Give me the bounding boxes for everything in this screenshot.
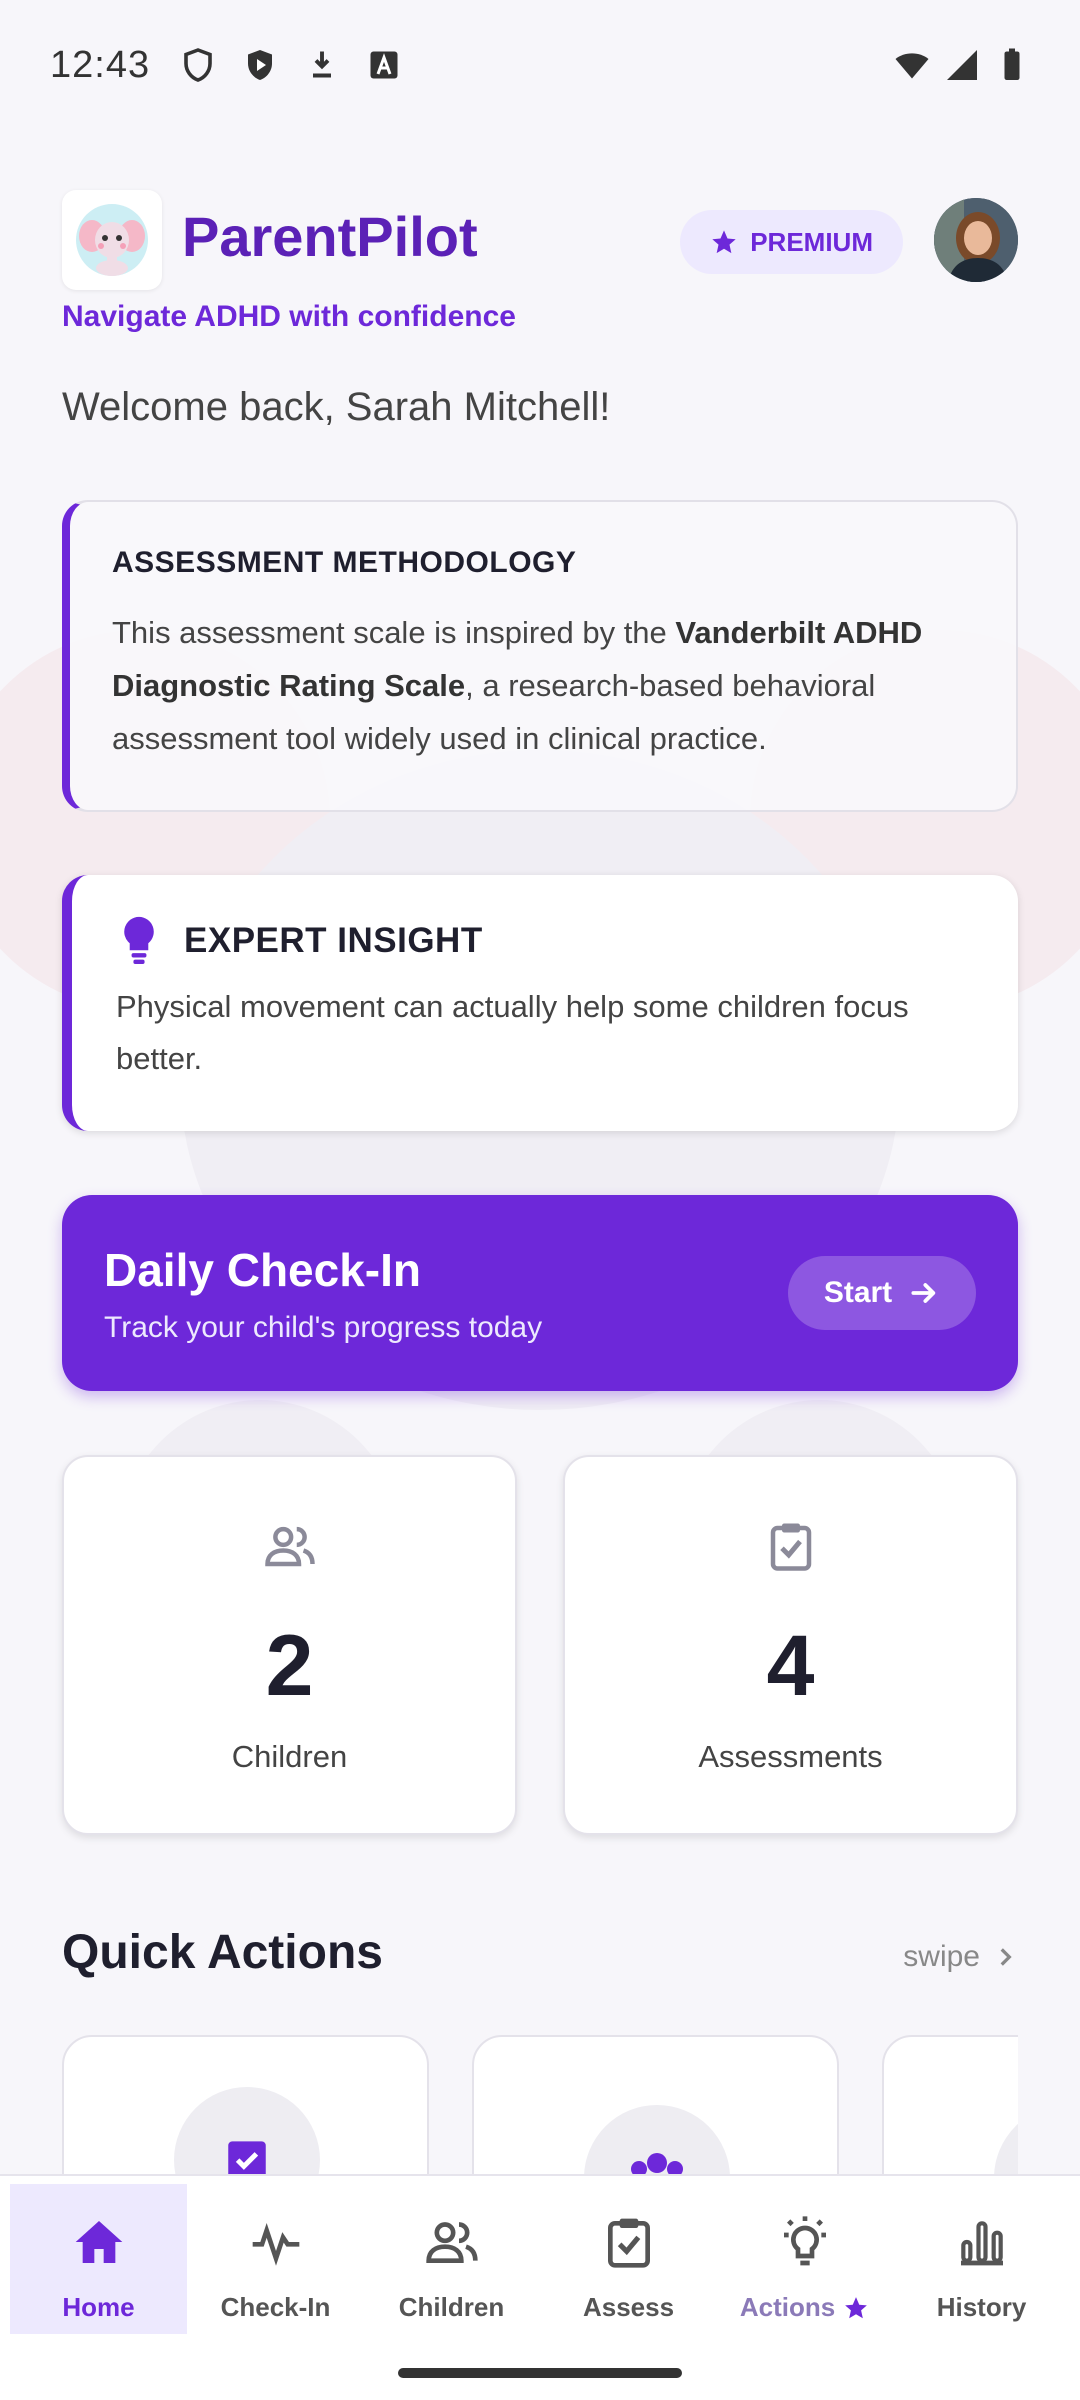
- people-icon: [425, 2222, 478, 2263]
- quick-actions-carousel[interactable]: [62, 2035, 1018, 2175]
- people-icon: [264, 1526, 315, 1567]
- nav-history[interactable]: History: [893, 2184, 1070, 2334]
- elephant-icon: [76, 204, 148, 276]
- start-checkin-button[interactable]: Start: [788, 1256, 976, 1330]
- download-icon: [313, 51, 332, 78]
- nav-label: Assess: [582, 2292, 675, 2322]
- people-icon: [631, 2153, 683, 2175]
- nav-assess[interactable]: Assess: [540, 2184, 717, 2334]
- bottom-navigation: Home Check-In Children Assess Actions Hi…: [0, 2174, 1080, 2400]
- methodology-text-part: This assessment scale is inspired by the: [112, 615, 676, 650]
- methodology-text: This assessment scale is inspired by the…: [112, 606, 972, 765]
- quick-action-icon-bg: [584, 2105, 730, 2175]
- user-photo: [934, 198, 1018, 282]
- home-icon: [75, 2221, 122, 2263]
- assessments-count: 4: [766, 1618, 815, 1714]
- nav-label: Home: [62, 2292, 135, 2322]
- app-tagline: Navigate ADHD with confidence: [62, 300, 516, 333]
- premium-badge[interactable]: PREMIUM: [680, 210, 903, 274]
- methodology-card: ASSESSMENT METHODOLOGY This assessment s…: [62, 500, 1018, 812]
- nav-actions[interactable]: Actions: [716, 2184, 893, 2334]
- app-logo: [62, 190, 162, 290]
- start-label: Start: [823, 1276, 893, 1309]
- avatar[interactable]: [934, 198, 1018, 282]
- font-a-icon: [370, 51, 398, 79]
- star-icon: [845, 2296, 868, 2318]
- shield-outline-icon: [184, 48, 212, 82]
- app-header: ParentPilot Navigate ADHD with confidenc…: [62, 190, 1018, 340]
- status-bar: 12:43: [0, 0, 1080, 130]
- quick-action-icon-bg: [994, 2105, 1018, 2175]
- expert-insight-card: EXPERT INSIGHT Physical movement can act…: [62, 875, 1018, 1131]
- play-shield-icon: [248, 50, 273, 80]
- nav-checkin[interactable]: Check-In: [187, 2184, 364, 2334]
- welcome-message: Welcome back, Sarah Mitchell!: [62, 385, 611, 429]
- lightbulb-icon: [124, 916, 154, 965]
- insight-title: EXPERT INSIGHT: [184, 921, 483, 960]
- pulse-icon: [252, 2222, 299, 2266]
- daily-checkin-banner[interactable]: Daily Check-In Track your child's progre…: [62, 1195, 1018, 1391]
- clipboard-check-icon: [607, 2218, 650, 2268]
- children-stat-card[interactable]: 2 Children: [62, 1455, 517, 1835]
- star-icon: [712, 230, 736, 254]
- nav-children[interactable]: Children: [363, 2184, 540, 2334]
- bar-chart-icon: [960, 2221, 1003, 2266]
- nav-label: Children: [398, 2292, 505, 2322]
- assessments-label: Assessments: [698, 1739, 883, 1774]
- app-name: ParentPilot: [182, 205, 478, 268]
- insight-text: Physical movement can actually help some…: [116, 989, 909, 1076]
- children-count: 2: [265, 1618, 314, 1714]
- nav-label: History: [936, 2292, 1027, 2322]
- wifi-icon: [895, 53, 929, 79]
- status-time: 12:43: [50, 43, 151, 86]
- quick-action-card[interactable]: [882, 2035, 1018, 2175]
- quick-action-card[interactable]: [472, 2035, 839, 2175]
- nav-home[interactable]: Home: [10, 2184, 187, 2334]
- children-label: Children: [231, 1739, 348, 1774]
- swipe-hint: swipe: [903, 1940, 1018, 1974]
- chevron-right-icon: [1000, 1948, 1012, 1966]
- swipe-label: swipe: [903, 1940, 980, 1973]
- battery-icon: [1004, 48, 1020, 80]
- quick-actions-title: Quick Actions: [62, 1926, 383, 1979]
- clipboard-check-icon: [770, 1523, 811, 1571]
- quick-action-card[interactable]: [62, 2035, 429, 2175]
- nav-label: Actions: [739, 2292, 836, 2322]
- methodology-title: ASSESSMENT METHODOLOGY: [112, 546, 577, 579]
- arrow-right-icon: [911, 1283, 936, 1303]
- nav-label: Check-In: [220, 2292, 331, 2322]
- home-indicator[interactable]: [398, 2368, 682, 2378]
- lightbulb-icon: [783, 2216, 826, 2266]
- premium-label: PREMIUM: [750, 226, 873, 257]
- quick-action-icon-bg: [174, 2087, 320, 2175]
- assessments-stat-card[interactable]: 4 Assessments: [563, 1455, 1018, 1835]
- signal-icon: [947, 50, 977, 80]
- clipboard-check-icon: [228, 2141, 266, 2175]
